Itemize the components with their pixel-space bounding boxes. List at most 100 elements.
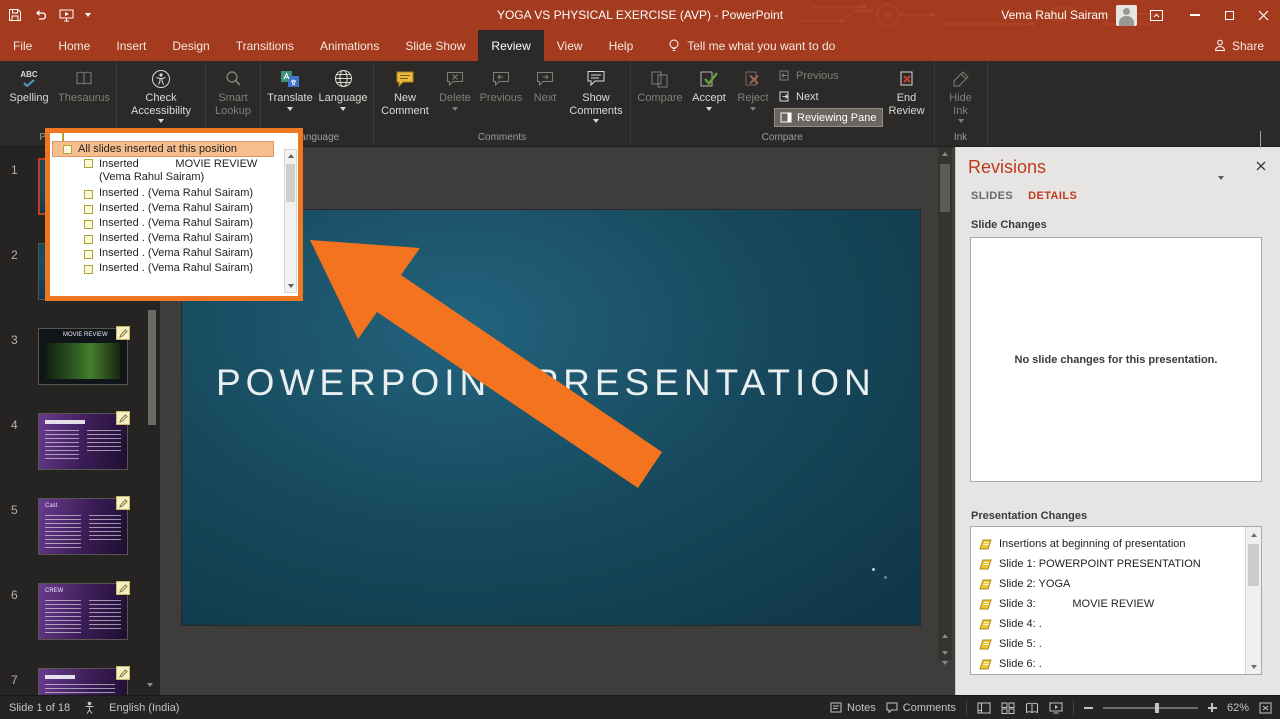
revision-list-item[interactable]: Slide 6: . bbox=[979, 654, 1243, 674]
thumbnail-scroll-down-icon[interactable] bbox=[147, 674, 153, 692]
scrollbar-thumb[interactable] bbox=[1248, 544, 1259, 586]
accessibility-status-icon[interactable] bbox=[84, 701, 95, 714]
slide-thumbnail-5[interactable]: Cast bbox=[38, 498, 128, 555]
end-review-button[interactable]: End Review bbox=[883, 61, 931, 131]
tab-insert[interactable]: Insert bbox=[103, 30, 159, 61]
tab-transitions[interactable]: Transitions bbox=[223, 30, 307, 61]
undo-icon[interactable] bbox=[33, 8, 48, 22]
reading-view-button[interactable] bbox=[1025, 702, 1039, 714]
previous-comment-button[interactable]: Previous bbox=[477, 61, 525, 131]
checkbox-icon[interactable] bbox=[84, 249, 93, 259]
checkbox-icon[interactable] bbox=[63, 145, 72, 154]
compare-button[interactable]: Compare bbox=[634, 61, 686, 131]
notes-toggle[interactable]: Notes bbox=[830, 702, 876, 714]
revision-marker-icon[interactable] bbox=[116, 581, 130, 595]
tell-me-box[interactable]: Tell me what you want to do bbox=[668, 30, 835, 61]
save-icon[interactable] bbox=[8, 8, 22, 22]
maximize-button[interactable] bbox=[1212, 0, 1246, 30]
tab-file[interactable]: File bbox=[0, 30, 45, 61]
customize-qat-chevron-icon[interactable] bbox=[85, 13, 91, 17]
next-comment-button[interactable]: Next bbox=[525, 61, 565, 131]
revision-option-all-slides[interactable]: All slides inserted at this position bbox=[52, 141, 274, 157]
revision-list-item[interactable]: Slide 1: POWERPOINT PRESENTATION bbox=[979, 554, 1243, 574]
next-change-button[interactable]: Next bbox=[774, 87, 883, 106]
accept-button[interactable]: Accept bbox=[686, 61, 732, 131]
tab-details[interactable]: DETAILS bbox=[1028, 190, 1077, 202]
slide-thumbnail-7[interactable] bbox=[38, 668, 128, 695]
start-slideshow-icon[interactable] bbox=[59, 8, 74, 22]
slide-thumbnail-3[interactable]: MOVIE REVIEW bbox=[38, 328, 128, 385]
minimize-button[interactable] bbox=[1178, 0, 1212, 30]
slide-sorter-view-button[interactable] bbox=[1001, 702, 1015, 714]
avatar[interactable] bbox=[1116, 4, 1137, 26]
fit-slide-to-window-button[interactable] bbox=[1259, 702, 1272, 714]
tab-view[interactable]: View bbox=[544, 30, 596, 61]
zoom-slider[interactable] bbox=[1102, 702, 1198, 713]
reviewing-pane-button[interactable]: Reviewing Pane bbox=[774, 108, 883, 127]
checkbox-icon[interactable] bbox=[84, 219, 93, 229]
spelling-button[interactable]: ABC Spelling bbox=[3, 61, 55, 131]
slide-title-text[interactable]: POWERPOINT PRESENTATION bbox=[216, 362, 876, 404]
slide-thumbnail-4[interactable] bbox=[38, 413, 128, 470]
zoom-in-button[interactable] bbox=[1207, 703, 1217, 712]
revision-marker-icon[interactable] bbox=[116, 666, 130, 680]
revision-list-item[interactable]: Slide 2: YOGA bbox=[979, 574, 1243, 594]
revision-option-item[interactable]: Inserted . (Vema Rahul Sairam) bbox=[50, 216, 298, 231]
revision-marker-icon[interactable] bbox=[116, 326, 130, 340]
tab-help[interactable]: Help bbox=[596, 30, 647, 61]
checkbox-icon[interactable] bbox=[84, 234, 93, 244]
collapse-ribbon-button[interactable] bbox=[1260, 131, 1270, 149]
reject-button[interactable]: Reject bbox=[732, 61, 774, 131]
check-accessibility-button[interactable]: Check Accessibility bbox=[120, 61, 202, 131]
slide-thumbnail-6[interactable]: CREW bbox=[38, 583, 128, 640]
revision-list-item[interactable]: Slide 3: MOVIE REVIEW bbox=[979, 594, 1243, 614]
revision-marker-icon[interactable] bbox=[116, 411, 130, 425]
checkbox-icon[interactable] bbox=[84, 159, 93, 168]
show-comments-button[interactable]: Show Comments bbox=[565, 61, 627, 131]
thesaurus-button[interactable]: Thesaurus bbox=[55, 61, 113, 131]
tab-review[interactable]: Review bbox=[478, 30, 544, 61]
thumbnail-scrollbar[interactable] bbox=[148, 310, 156, 425]
revisions-pane-menu-chevron-icon[interactable] bbox=[1218, 167, 1224, 185]
ribbon-display-options-icon[interactable] bbox=[1149, 8, 1164, 23]
scroll-up-icon[interactable] bbox=[285, 150, 296, 162]
revision-option-item[interactable]: Inserted . (Vema Rahul Sairam) bbox=[50, 261, 298, 276]
checkbox-icon[interactable] bbox=[62, 133, 64, 141]
slideshow-view-button[interactable] bbox=[1049, 702, 1063, 714]
revision-option-item[interactable]: Inserted . (Vema Rahul Sairam) bbox=[50, 231, 298, 246]
scroll-up-icon[interactable] bbox=[1246, 527, 1261, 542]
tab-slide-show[interactable]: Slide Show bbox=[392, 30, 478, 61]
new-comment-button[interactable]: New Comment bbox=[377, 61, 433, 131]
language-button[interactable]: Language bbox=[316, 61, 370, 131]
scroll-down-icon[interactable] bbox=[1246, 659, 1261, 674]
tab-design[interactable]: Design bbox=[159, 30, 222, 61]
revision-option-item[interactable]: Inserted MOVIE REVIEW (Vema Rahul Sairam… bbox=[50, 157, 298, 186]
language-indicator[interactable]: English (India) bbox=[109, 702, 179, 714]
revision-list-item[interactable]: Slide 4: . bbox=[979, 614, 1243, 634]
share-button[interactable]: Share bbox=[1198, 30, 1280, 61]
smart-lookup-button[interactable]: Smart Lookup bbox=[209, 61, 257, 131]
revision-option-item[interactable]: Inserted . (Vema Rahul Sairam) bbox=[50, 186, 298, 201]
delete-comment-button[interactable]: Delete bbox=[433, 61, 477, 131]
close-button[interactable] bbox=[1246, 0, 1280, 30]
checkbox-icon[interactable] bbox=[84, 264, 93, 274]
previous-change-button[interactable]: Previous bbox=[774, 66, 883, 85]
presentation-changes-scrollbar[interactable] bbox=[1245, 527, 1261, 674]
popup-scrollbar[interactable] bbox=[284, 149, 297, 293]
zoom-level[interactable]: 62% bbox=[1227, 702, 1249, 714]
tab-home[interactable]: Home bbox=[45, 30, 103, 61]
checkbox-icon[interactable] bbox=[84, 204, 93, 214]
revisions-pane-close-icon[interactable] bbox=[1256, 161, 1266, 171]
revision-list-item[interactable]: Insertions at beginning of presentation bbox=[979, 534, 1243, 554]
hide-ink-button[interactable]: Hide Ink bbox=[938, 61, 984, 131]
revision-list-item[interactable]: Slide 5: . bbox=[979, 634, 1243, 654]
translate-button[interactable]: Translate bbox=[264, 61, 316, 131]
revision-option-item[interactable]: Inserted . (Vema Rahul Sairam) bbox=[50, 201, 298, 216]
zoom-out-button[interactable] bbox=[1083, 706, 1093, 709]
scrollbar-thumb[interactable] bbox=[286, 164, 295, 202]
canvas-vertical-scrollbar[interactable] bbox=[938, 147, 952, 660]
scroll-up-icon[interactable] bbox=[938, 147, 952, 161]
comments-toggle[interactable]: Comments bbox=[886, 702, 956, 714]
tab-slides[interactable]: SLIDES bbox=[971, 190, 1013, 202]
previous-slide-button[interactable] bbox=[942, 625, 948, 643]
